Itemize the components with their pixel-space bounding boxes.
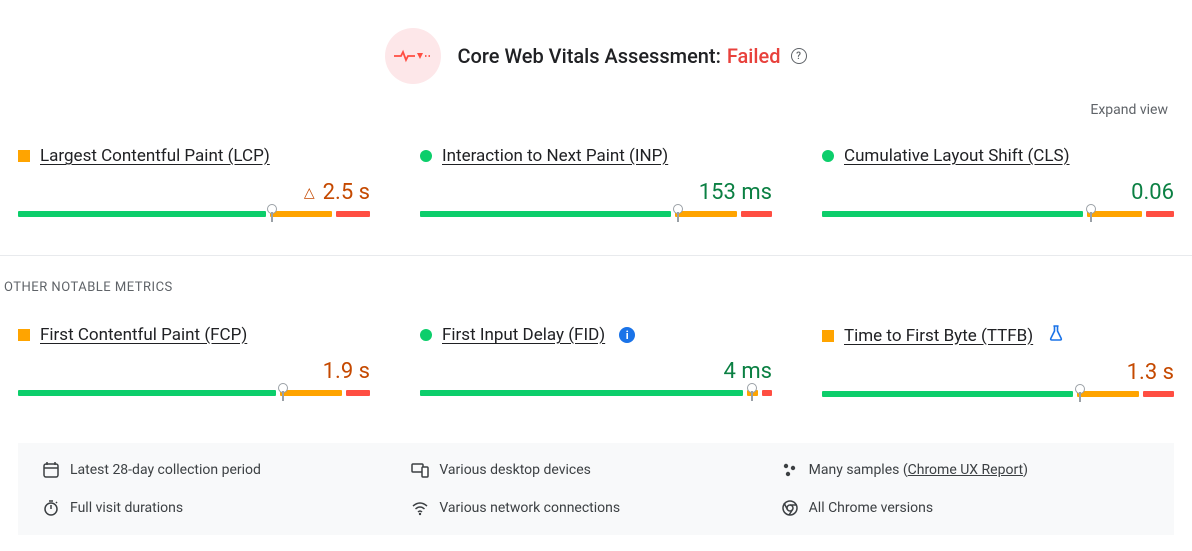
cls-link[interactable]: Cumulative Layout Shift (CLS) [844,146,1070,166]
status-dot-icon [822,150,834,162]
lcp-value: 2.5 s [323,180,370,205]
status-dot-icon [420,329,432,341]
lcp-bar [18,211,370,217]
info-icon[interactable]: i [619,327,635,343]
metric-lcp: Largest Contentful Paint (LCP) △ 2.5 s [18,136,370,247]
chrome-icon [781,499,799,517]
inp-link[interactable]: Interaction to Next Paint (INP) [442,146,668,166]
bar-marker [1090,204,1092,224]
bar-marker [751,383,753,403]
fcp-bar [18,390,370,396]
footer-durations: Full visit durations [42,499,411,517]
metric-ttfb: Time to First Byte (TTFB) 1.3 s [822,315,1174,427]
metric-inp: Interaction to Next Paint (INP) 153 ms [420,136,772,247]
calendar-icon [42,461,60,479]
other-metrics-label: OTHER NOTABLE METRICS [0,280,1192,315]
fid-value: 4 ms [724,359,772,384]
cls-bar [822,211,1174,217]
ttfb-link[interactable]: Time to First Byte (TTFB) [844,326,1033,346]
status-square-icon [822,330,834,342]
fcp-link[interactable]: First Contentful Paint (FCP) [40,325,247,345]
metric-fid: First Input Delay (FID) i 4 ms [420,315,772,427]
bar-marker [271,204,273,224]
title-prefix: Core Web Vitals Assessment: [457,44,720,68]
cls-value: 0.06 [1131,180,1174,205]
lcp-link[interactable]: Largest Contentful Paint (LCP) [40,146,270,166]
bar-marker [677,204,679,224]
footer-chrome: All Chrome versions [781,499,1150,517]
footer-devices: Various desktop devices [411,461,780,479]
inp-bar [420,211,772,217]
bar-marker [282,383,284,403]
footer-info: Latest 28-day collection period Various … [18,443,1174,535]
ttfb-bar [822,391,1174,397]
devices-icon [411,461,429,479]
status-square-icon [18,150,30,162]
crux-link[interactable]: Chrome UX Report [908,462,1023,478]
divider [0,255,1192,256]
status-square-icon [18,329,30,341]
footer-samples: Many samples (Chrome UX Report) [781,461,1150,479]
footer-network: Various network connections [411,499,780,517]
help-icon[interactable]: ? [791,48,807,64]
fcp-value: 1.9 s [323,359,370,384]
ttfb-value: 1.3 s [1127,360,1174,385]
core-metrics-grid: Largest Contentful Paint (LCP) △ 2.5 s I… [0,136,1192,247]
stopwatch-icon [42,499,60,517]
inp-value: 153 ms [699,180,772,205]
status-dot-icon [420,150,432,162]
expand-view-link[interactable]: Expand view [1090,102,1168,118]
status-failed: Failed [727,44,781,68]
assessment-header: Core Web Vitals Assessment: Failed ? [0,0,1192,96]
metric-cls: Cumulative Layout Shift (CLS) 0.06 [822,136,1174,247]
pulse-icon [385,28,441,84]
scatter-icon [781,461,799,479]
footer-period: Latest 28-day collection period [42,461,411,479]
flask-icon[interactable] [1049,325,1063,346]
metric-fcp: First Contentful Paint (FCP) 1.9 s [18,315,370,427]
wifi-icon [411,499,429,517]
other-metrics-grid: First Contentful Paint (FCP) 1.9 s First… [0,315,1192,427]
warning-icon: △ [304,185,315,201]
assessment-title: Core Web Vitals Assessment: Failed ? [457,44,806,68]
fid-bar [420,390,772,396]
expand-view-row: Expand view [0,96,1192,136]
fid-link[interactable]: First Input Delay (FID) [442,325,605,345]
bar-marker [1079,384,1081,404]
